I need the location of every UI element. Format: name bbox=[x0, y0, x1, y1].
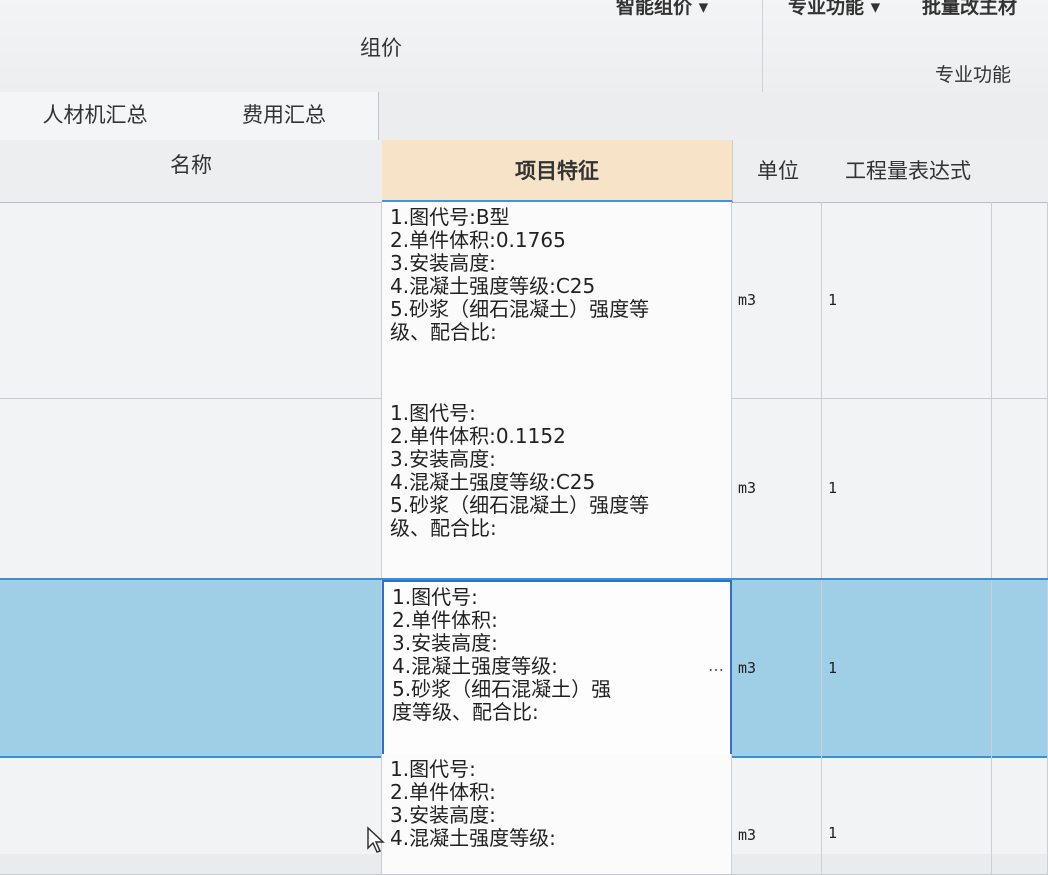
feature-line: 3.安装高度: bbox=[392, 631, 498, 655]
quantity-expression-cell[interactable]: 1 bbox=[822, 398, 992, 578]
bill-grid: 名称 项目特征 单位 工程量表达式 1.图代号:B型 2.单件体积:0.1765… bbox=[0, 140, 1048, 875]
feature-line: 2.单件体积:0.1765 bbox=[390, 228, 566, 252]
column-header-name[interactable]: 名称 bbox=[0, 140, 383, 203]
feature-cell-editing[interactable]: 1.图代号: 2.单件体积: 3.安装高度: 4.混凝土强度等级: 5.砂浆（细… bbox=[382, 580, 732, 756]
column-header-next[interactable] bbox=[993, 140, 1048, 203]
table-row[interactable]: 1.图代号:B型 2.单件体积:0.1765 3.安装高度: 4.混凝土强度等级… bbox=[0, 202, 1048, 399]
feature-line: 4.混凝土强度等级:C25 bbox=[390, 470, 596, 494]
feature-line: 度等级、配合比: bbox=[392, 700, 539, 724]
ellipsis-edit-button[interactable]: … bbox=[708, 654, 724, 677]
feature-line: 5.砂浆（细石混凝土）强度等 bbox=[390, 493, 650, 517]
smart-pricing-button[interactable]: 智能组价 ▾ bbox=[616, 0, 708, 19]
feature-line: 4.混凝土强度等级:C25 bbox=[390, 274, 596, 298]
next-cell[interactable] bbox=[992, 202, 1048, 398]
feature-line: 1.图代号: bbox=[390, 401, 476, 425]
next-cell[interactable] bbox=[992, 398, 1048, 578]
ribbon-group-professional-label: 专业功能 bbox=[935, 64, 1012, 86]
feature-cell[interactable]: 1.图代号: 2.单件体积: 3.安装高度: 4.混凝土强度等级: bbox=[382, 754, 732, 874]
feature-line: 1.图代号: bbox=[390, 757, 476, 781]
feature-line: 2.单件体积: bbox=[390, 780, 496, 804]
feature-line: 4.混凝土强度等级: bbox=[390, 826, 556, 850]
quantity-expression-value: 1 bbox=[828, 659, 838, 677]
unit-cell[interactable]: m3 bbox=[732, 580, 822, 756]
feature-line: 级、配合比: bbox=[390, 516, 497, 540]
unit-value: m3 bbox=[738, 479, 757, 497]
feature-line: 3.安装高度: bbox=[390, 447, 496, 471]
name-cell[interactable] bbox=[0, 754, 382, 874]
unit-value: m3 bbox=[738, 291, 757, 309]
unit-cell[interactable]: m3 bbox=[732, 202, 822, 398]
feature-line: 4.混凝土强度等级: bbox=[392, 654, 558, 678]
feature-line: 5.砂浆（细石混凝土）强 bbox=[392, 677, 612, 701]
column-header-unit[interactable]: 单位 bbox=[733, 140, 824, 203]
next-cell[interactable] bbox=[992, 580, 1048, 756]
feature-line: 1.图代号:B型 bbox=[390, 205, 510, 229]
feature-line: 5.砂浆（细石混凝土）强度等 bbox=[390, 297, 650, 321]
feature-cell[interactable]: 1.图代号:B型 2.单件体积:0.1765 3.安装高度: 4.混凝土强度等级… bbox=[382, 202, 732, 398]
ribbon-separator bbox=[762, 0, 763, 92]
quantity-expression-value: 1 bbox=[828, 824, 838, 842]
feature-line: 级、配合比: bbox=[390, 320, 497, 344]
feature-line: 1.图代号: bbox=[392, 585, 478, 609]
batch-change-main-material-button[interactable]: 批量改主材 bbox=[922, 0, 1017, 19]
professional-functions-button[interactable]: 专业功能 ▾ bbox=[788, 0, 880, 19]
quantity-expression-value: 1 bbox=[828, 291, 838, 309]
mouse-cursor-icon bbox=[367, 826, 385, 853]
quantity-expression-value: 1 bbox=[828, 479, 838, 497]
unit-value: m3 bbox=[738, 659, 757, 677]
name-cell[interactable] bbox=[0, 580, 382, 756]
table-row-selected[interactable]: 1.图代号: 2.单件体积: 3.安装高度: 4.混凝土强度等级: 5.砂浆（细… bbox=[0, 578, 1048, 758]
feature-line: 2.单件体积:0.1152 bbox=[390, 424, 566, 448]
quantity-expression-cell[interactable]: 1 bbox=[822, 202, 992, 398]
table-row[interactable]: 1.图代号: 2.单件体积:0.1152 3.安装高度: 4.混凝土强度等级:C… bbox=[0, 398, 1048, 579]
ribbon: 智能组价 ▾ 专业功能 ▾ 批量改主材 组价 专业功能 bbox=[0, 0, 1048, 93]
tab-bar: 人材机汇总 费用汇总 bbox=[0, 92, 1048, 141]
ribbon-group-pricing-label: 组价 bbox=[360, 36, 402, 60]
quantity-expression-cell[interactable]: 1 bbox=[822, 754, 992, 874]
feature-line: 3.安装高度: bbox=[390, 803, 496, 827]
unit-value: m3 bbox=[738, 826, 757, 844]
table-row[interactable]: 1.图代号: 2.单件体积: 3.安装高度: 4.混凝土强度等级: m3 1 bbox=[0, 754, 1048, 875]
unit-cell[interactable]: m3 bbox=[732, 398, 822, 578]
column-header-quantity-expression[interactable]: 工程量表达式 bbox=[823, 140, 994, 203]
unit-cell[interactable]: m3 bbox=[732, 754, 822, 874]
next-cell[interactable] bbox=[992, 754, 1048, 874]
name-cell[interactable] bbox=[0, 398, 382, 578]
column-header-feature[interactable]: 项目特征 bbox=[382, 140, 733, 203]
feature-line: 2.单件体积: bbox=[392, 608, 498, 632]
name-cell[interactable] bbox=[0, 202, 382, 398]
feature-cell[interactable]: 1.图代号: 2.单件体积:0.1152 3.安装高度: 4.混凝土强度等级:C… bbox=[382, 398, 732, 578]
quantity-expression-cell[interactable]: 1 bbox=[822, 580, 992, 756]
tab-cost-summary[interactable]: 费用汇总 bbox=[190, 92, 379, 140]
tab-labor-material-machine-summary[interactable]: 人材机汇总 bbox=[0, 92, 191, 140]
feature-line: 3.安装高度: bbox=[390, 251, 496, 275]
